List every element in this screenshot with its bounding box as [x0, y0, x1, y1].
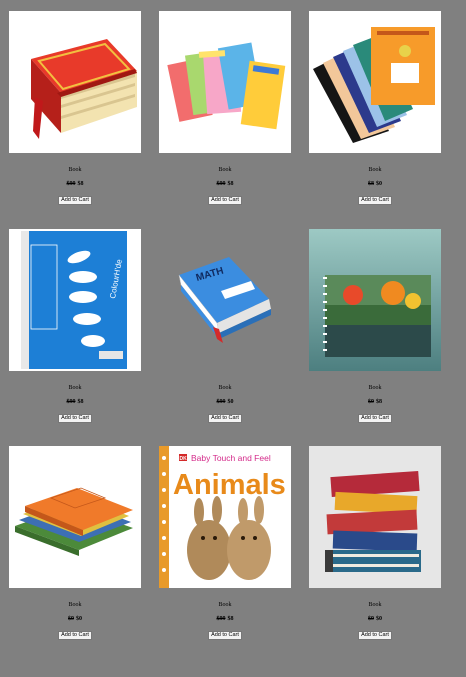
- old-price: $99: [216, 399, 226, 405]
- product-image[interactable]: [309, 229, 441, 371]
- old-price: $9: [68, 616, 74, 622]
- product-image[interactable]: [309, 446, 441, 588]
- old-price: $8: [368, 181, 374, 187]
- sale-price: $0: [376, 616, 382, 622]
- product-price: $99 $8: [159, 180, 291, 188]
- product-name: Book: [368, 602, 382, 608]
- add-to-cart-button[interactable]: Add to Cart: [58, 414, 92, 423]
- product-image: MATH: [159, 229, 291, 371]
- product-price: $8 $0: [309, 180, 441, 188]
- product-card: Book $9 $0 Add to Cart: [9, 446, 141, 641]
- product-name: Book: [368, 167, 382, 173]
- sale-price: $8: [227, 181, 234, 187]
- product-card: ColourH'de Book $99 $8 Add to Cart: [9, 229, 141, 424]
- old-price: $99: [216, 181, 226, 187]
- product-card: DK Baby Touch and Feel Animals Book $99 $…: [159, 446, 291, 641]
- product-card: Book $99 $8 Add to Cart: [9, 11, 141, 206]
- cover-title: Animals: [173, 469, 286, 501]
- product-image[interactable]: [309, 11, 441, 153]
- add-to-cart-button[interactable]: Add to Cart: [58, 631, 92, 640]
- product-name: Book: [368, 385, 382, 391]
- old-price: $99: [216, 616, 226, 622]
- product-name: Book: [218, 385, 232, 391]
- add-to-cart-button[interactable]: Add to Cart: [358, 631, 392, 640]
- sale-price: $8: [227, 616, 234, 622]
- product-image[interactable]: [9, 446, 141, 588]
- sketch-book-icon: [309, 229, 441, 371]
- old-price: $99: [66, 399, 76, 405]
- add-to-cart-button[interactable]: Add to Cart: [208, 631, 242, 640]
- product-price: $99 $8: [9, 398, 141, 406]
- product-price: $99 $0: [159, 398, 291, 406]
- product-price: $99 $8: [159, 615, 291, 623]
- product-grid: Book $99 $8 Add to Cart Book $99 $8 Add to…: [0, 0, 466, 677]
- add-to-cart-button[interactable]: Add to Cart: [208, 414, 242, 423]
- product-name: Book: [68, 602, 82, 608]
- sale-price: $0: [76, 616, 82, 622]
- spiral-notebooks-icon: [167, 42, 286, 130]
- product-image[interactable]: ColourH'de: [9, 229, 141, 371]
- red-hardcover-book-icon: [31, 39, 137, 139]
- product-price: $9 $8: [309, 398, 441, 406]
- product-name: Book: [68, 167, 82, 173]
- product-name: Book: [218, 167, 232, 173]
- product-card: Book $8 $0 Add to Cart: [309, 11, 441, 206]
- add-to-cart-button[interactable]: Add to Cart: [358, 414, 392, 423]
- product-image[interactable]: DK Baby Touch and Feel Animals: [159, 446, 291, 588]
- school-notebooks-icon: [313, 27, 435, 143]
- product-card: MATH Book $99 $0 Add to Cart: [159, 229, 291, 424]
- product-card: Book $9 $8 Add to Cart: [309, 229, 441, 424]
- product-card: Book $99 $8 Add to Cart: [159, 11, 291, 206]
- sale-price: $8: [376, 399, 382, 405]
- add-to-cart-button[interactable]: Add to Cart: [58, 196, 92, 205]
- product-name: Book: [68, 385, 82, 391]
- product-price: $9 $0: [9, 615, 141, 623]
- cover-subtitle: Baby Touch and Feel: [191, 453, 271, 463]
- old-price: $9: [368, 616, 374, 622]
- math-book-icon[interactable]: MATH: [159, 229, 291, 371]
- old-price: $99: [66, 181, 76, 187]
- product-image[interactable]: [159, 11, 291, 153]
- add-to-cart-button[interactable]: Add to Cart: [208, 196, 242, 205]
- animals-board-book-icon: DK Baby Touch and Feel Animals: [159, 446, 291, 588]
- sale-price: $0: [227, 399, 234, 405]
- product-price: $9 $0: [309, 615, 441, 623]
- product-image[interactable]: [9, 11, 141, 153]
- old-price: $9: [368, 399, 374, 405]
- add-to-cart-button[interactable]: Add to Cart: [358, 196, 392, 205]
- stacked-exercise-books-icon: [15, 487, 133, 556]
- sale-price: $0: [376, 181, 382, 187]
- book-stack-icon: [325, 470, 421, 572]
- sale-price: $8: [77, 399, 84, 405]
- cover-brand: DK: [180, 456, 188, 462]
- blue-spiral-notebook-icon: ColourH'de: [21, 231, 127, 369]
- sale-price: $8: [77, 181, 84, 187]
- product-card: Book $9 $0 Add to Cart: [309, 446, 441, 641]
- product-price: $99 $8: [9, 180, 141, 188]
- product-name: Book: [218, 602, 232, 608]
